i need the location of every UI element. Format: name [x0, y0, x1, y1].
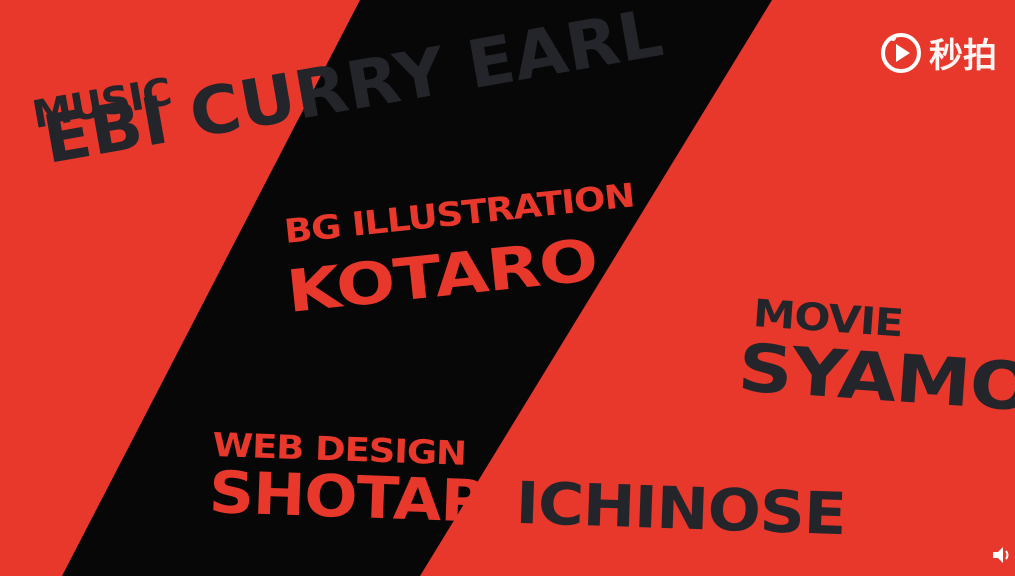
web-design-credit-name-part2: ICHINOSE — [514, 468, 847, 549]
movie-credit-name: SYAMO — [735, 329, 1015, 427]
play-circle-icon — [881, 32, 921, 73]
volume-icon[interactable] — [991, 544, 1013, 566]
miaopai-watermark: 秒拍 — [879, 28, 997, 77]
watermark-text: 秒拍 — [929, 36, 997, 76]
video-frame[interactable]: MUSIC EBI CURRY EARL BG ILLUSTRATION KOT… — [0, 0, 1015, 576]
web-design-credit-name-part1: SHOTARO — [207, 458, 542, 538]
